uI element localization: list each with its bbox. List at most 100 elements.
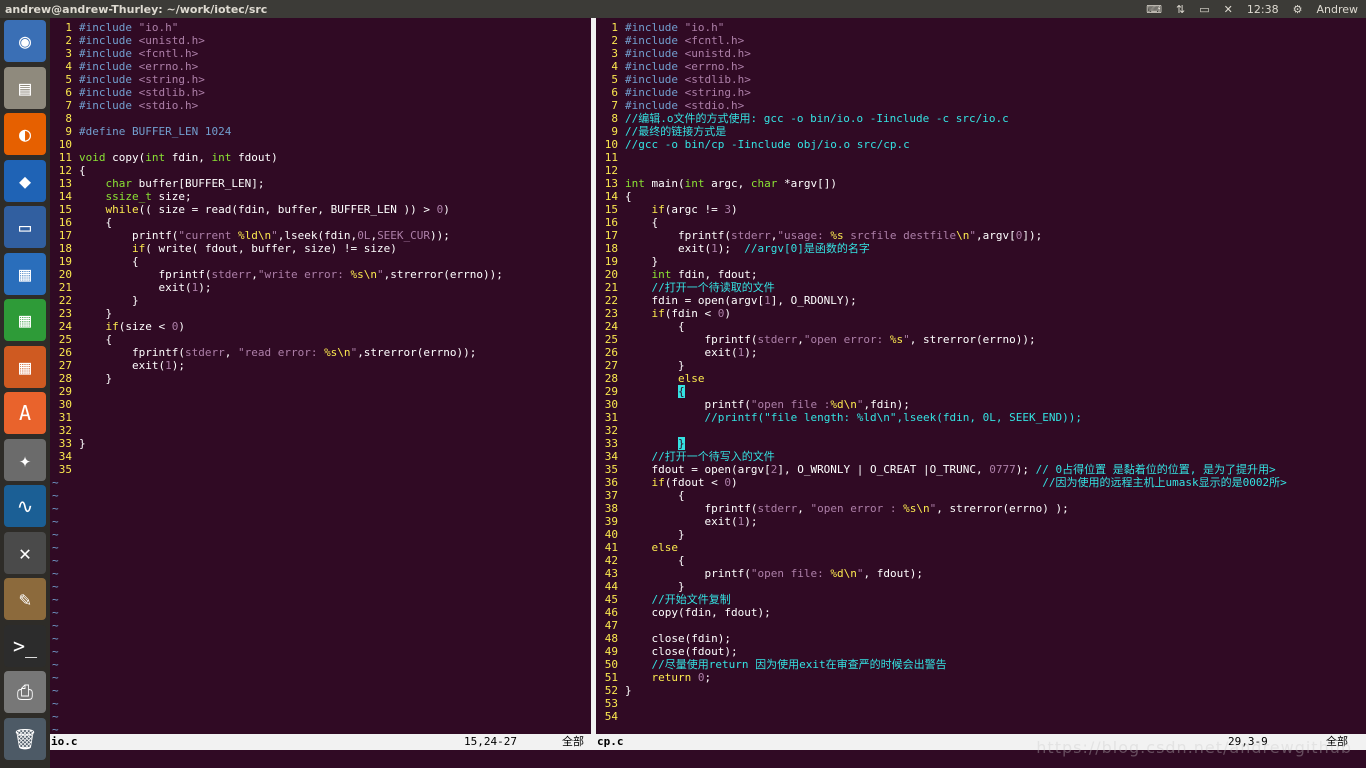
code-line[interactable]: 40 } xyxy=(596,528,1366,541)
code-line[interactable]: 17 fprintf(stderr,"usage: %s srcfile des… xyxy=(596,229,1366,242)
code-line[interactable]: 19 } xyxy=(596,255,1366,268)
volume-icon[interactable]: ✕ xyxy=(1224,3,1233,16)
code-line[interactable]: 48 close(fdin); xyxy=(596,632,1366,645)
code-line[interactable]: 16 { xyxy=(50,216,591,229)
printer-icon[interactable]: ⎙ xyxy=(4,671,46,713)
code-line[interactable]: 24 if(size < 0) xyxy=(50,320,591,333)
code-line[interactable]: 6 #include <string.h> xyxy=(596,86,1366,99)
code-line[interactable]: 11 xyxy=(596,151,1366,164)
battery-icon[interactable]: ▭ xyxy=(1199,3,1209,16)
files-icon[interactable]: ▤ xyxy=(4,66,46,109)
code-line[interactable]: 8 //编辑.o文件的方式使用: gcc -o bin/io.o -Iinclud… xyxy=(596,112,1366,125)
remote-desktop-icon[interactable]: ▭ xyxy=(4,206,46,248)
code-line[interactable]: 42 { xyxy=(596,554,1366,567)
code-line[interactable]: 25 fprintf(stderr,"open error: %s", stre… xyxy=(596,333,1366,346)
code-line[interactable]: 22 fdin = open(argv[1], O_RDONLY); xyxy=(596,294,1366,307)
code-line[interactable]: 6 #include <stdlib.h> xyxy=(50,86,591,99)
code-line[interactable]: 52} xyxy=(596,684,1366,697)
ubuntu-dash-icon[interactable]: ◉ xyxy=(4,20,46,62)
code-line[interactable]: 27 } xyxy=(596,359,1366,372)
code-line[interactable]: 1 #include "io.h" xyxy=(596,21,1366,34)
code-line[interactable]: 35 fdout = open(argv[2], O_WRONLY | O_CR… xyxy=(596,463,1366,476)
code-line[interactable]: 22 } xyxy=(50,294,591,307)
firefox-icon[interactable]: ◐ xyxy=(4,113,46,155)
impress-icon[interactable]: ▦ xyxy=(4,345,46,388)
code-line[interactable]: 29 xyxy=(50,385,591,398)
code-line[interactable]: 51 return 0; xyxy=(596,671,1366,684)
code-line[interactable]: 21 //打开一个待读取的文件 xyxy=(596,281,1366,294)
code-line[interactable]: 21 exit(1); xyxy=(50,281,591,294)
trash-icon[interactable]: 🗑 xyxy=(4,717,46,760)
code-line[interactable]: 9 #define BUFFER_LEN 1024 xyxy=(50,125,591,138)
code-line[interactable]: 23 } xyxy=(50,307,591,320)
code-line[interactable]: 29 { xyxy=(596,385,1366,398)
code-line[interactable]: 17 printf("current %ld\n",lseek(fdin,0L,… xyxy=(50,229,591,242)
code-line[interactable]: 10 xyxy=(50,138,591,151)
code-line[interactable]: 34 //打开一个待写入的文件 xyxy=(596,450,1366,463)
code-line[interactable]: 4 #include <errno.h> xyxy=(596,60,1366,73)
code-line[interactable]: 26 fprintf(stderr, "read error: %s\n",st… xyxy=(50,346,591,359)
code-line[interactable]: 11 void copy(int fdin, int fdout) xyxy=(50,151,591,164)
code-line[interactable]: 43 printf("open file: %d\n", fdout); xyxy=(596,567,1366,580)
code-line[interactable]: 31 xyxy=(50,411,591,424)
code-line[interactable]: 16 { xyxy=(596,216,1366,229)
vscode-icon[interactable]: ◆ xyxy=(4,159,46,202)
calc-icon[interactable]: ▦ xyxy=(4,299,46,341)
software-center-icon[interactable]: A xyxy=(4,392,46,434)
code-line[interactable]: 13 int main(int argc, char *argv[]) xyxy=(596,177,1366,190)
terminal-icon[interactable]: >_ xyxy=(4,624,46,667)
code-line[interactable]: 28 else xyxy=(596,372,1366,385)
code-line[interactable]: 8 xyxy=(50,112,591,125)
code-line[interactable]: 27 exit(1); xyxy=(50,359,591,372)
code-line[interactable]: 28 } xyxy=(50,372,591,385)
code-line[interactable]: 3 #include <unistd.h> xyxy=(596,47,1366,60)
code-line[interactable]: 13 char buffer[BUFFER_LEN]; xyxy=(50,177,591,190)
code-line[interactable]: 18 exit(1); //argv[0]是函数的名字 xyxy=(596,242,1366,255)
code-line[interactable]: 5 #include <string.h> xyxy=(50,73,591,86)
code-line[interactable]: 14 ssize_t size; xyxy=(50,190,591,203)
code-line[interactable]: 3 #include <fcntl.h> xyxy=(50,47,591,60)
writer-icon[interactable]: ▦ xyxy=(4,252,46,295)
code-line[interactable]: 10 //gcc -o bin/cp -Iinclude obj/io.o src… xyxy=(596,138,1366,151)
code-line[interactable]: 19 { xyxy=(50,255,591,268)
code-line[interactable]: 38 fprintf(stderr, "open error : %s\n", … xyxy=(596,502,1366,515)
code-line[interactable]: 53 xyxy=(596,697,1366,710)
code-line[interactable]: 9 //最终的链接方式是 xyxy=(596,125,1366,138)
code-line[interactable]: 54 xyxy=(596,710,1366,723)
code-line[interactable]: 5 #include <stdlib.h> xyxy=(596,73,1366,86)
code-line[interactable]: 33 } xyxy=(596,437,1366,450)
code-line[interactable]: 18 if( write( fdout, buffer, size) != si… xyxy=(50,242,591,255)
code-line[interactable]: 14 { xyxy=(596,190,1366,203)
code-line[interactable]: 7 #include <stdio.h> xyxy=(596,99,1366,112)
code-line[interactable]: 36 if(fdout < 0) //因为使用的远程主机上umask显示的是00… xyxy=(596,476,1366,489)
code-line[interactable]: 45 //开始文件复制 xyxy=(596,593,1366,606)
code-line[interactable]: 23 if(fdin < 0) xyxy=(596,307,1366,320)
code-line[interactable]: 24 { xyxy=(596,320,1366,333)
code-line[interactable]: 32 xyxy=(50,424,591,437)
code-line[interactable]: 34 xyxy=(50,450,591,463)
code-line[interactable]: 12 xyxy=(596,164,1366,177)
code-line[interactable]: 2 #include <fcntl.h> xyxy=(596,34,1366,47)
code-line[interactable]: 25 { xyxy=(50,333,591,346)
code-line[interactable]: 46 copy(fdin, fdout); xyxy=(596,606,1366,619)
code-line[interactable]: 4 #include <errno.h> xyxy=(50,60,591,73)
code-line[interactable]: 30 printf("open file :%d\n",fdin); xyxy=(596,398,1366,411)
code-line[interactable]: 32 xyxy=(596,424,1366,437)
system-settings-icon[interactable]: ✦ xyxy=(4,438,46,481)
code-line[interactable]: 50 //尽量使用return 因为使用exit在审查严的时候会出警告 xyxy=(596,658,1366,671)
code-line[interactable]: 33} xyxy=(50,437,591,450)
code-line[interactable]: 35 xyxy=(50,463,591,476)
gear-icon[interactable]: ⚙ xyxy=(1293,3,1303,16)
code-line[interactable]: 15 while(( size = read(fdin, buffer, BUF… xyxy=(50,203,591,216)
editor-pane-right[interactable]: 1 #include "io.h" 2 #include <fcntl.h> 3 #inc… xyxy=(596,18,1366,737)
editor-pane-left[interactable]: 1 #include "io.h" 2 #include <unistd.h> 3 #in… xyxy=(50,18,591,737)
code-line[interactable]: 26 exit(1); xyxy=(596,346,1366,359)
clock[interactable]: 12:38 xyxy=(1247,3,1279,16)
code-line[interactable]: 44 } xyxy=(596,580,1366,593)
keyboard-icon[interactable]: ⌨ xyxy=(1146,3,1162,16)
code-line[interactable]: 31 //printf("file length: %ld\n",lseek(f… xyxy=(596,411,1366,424)
user-name[interactable]: Andrew xyxy=(1316,3,1358,16)
code-line[interactable]: 37 { xyxy=(596,489,1366,502)
code-line[interactable]: 30 xyxy=(50,398,591,411)
wireshark-icon[interactable]: ∿ xyxy=(4,485,46,527)
